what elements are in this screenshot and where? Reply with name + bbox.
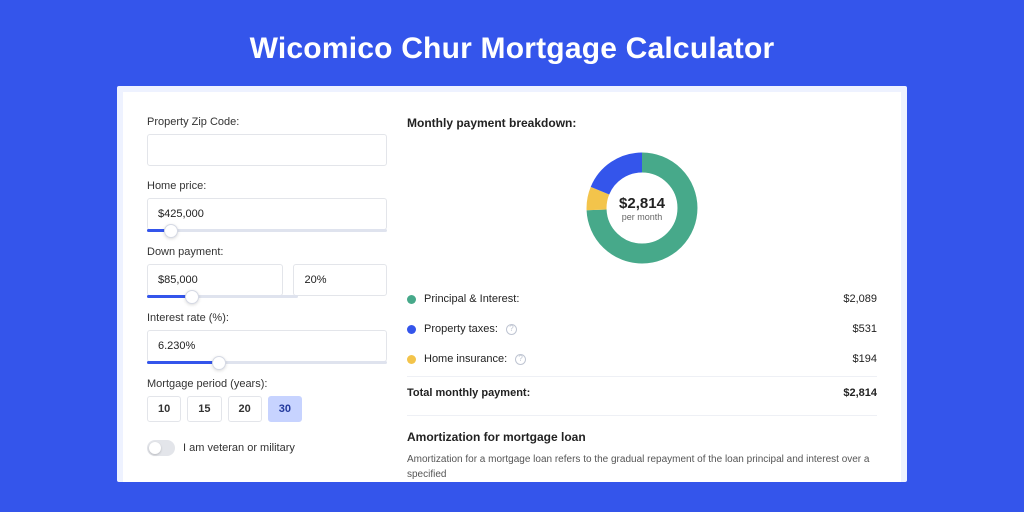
calculator-card: Property Zip Code: Home price: Down paym… (123, 92, 901, 482)
down-payment-label: Down payment: (147, 246, 387, 258)
donut-chart: $2,814 per month (582, 148, 702, 268)
hero: Wicomico Chur Mortgage Calculator (0, 0, 1024, 86)
period-option-10[interactable]: 10 (147, 396, 181, 422)
home-price-field: Home price: (147, 180, 387, 232)
veteran-row: I am veteran or military (147, 440, 387, 456)
veteran-label: I am veteran or military (183, 442, 295, 454)
toggle-knob (149, 442, 161, 454)
legend-label: Property taxes: (424, 323, 498, 335)
slider-handle[interactable] (185, 290, 199, 304)
donut-sub: per month (622, 212, 663, 222)
veteran-toggle[interactable] (147, 440, 175, 456)
amortization-title: Amortization for mortgage loan (407, 430, 877, 444)
donut-wrap: $2,814 per month (407, 140, 877, 284)
period-option-20[interactable]: 20 (228, 396, 262, 422)
legend-label: Home insurance: (424, 353, 507, 365)
dot-icon (407, 325, 416, 334)
down-payment-input[interactable] (147, 264, 283, 296)
period-label: Mortgage period (years): (147, 378, 387, 390)
results-column: Monthly payment breakdown: $2,814 per mo… (407, 116, 877, 482)
zip-label: Property Zip Code: (147, 116, 387, 128)
interest-slider[interactable] (147, 361, 387, 364)
legend-value: $531 (853, 323, 877, 335)
legend-value: $194 (853, 353, 877, 365)
legend-row-taxes: Property taxes: ? $531 (407, 314, 877, 344)
down-payment-pct-input[interactable] (293, 264, 387, 296)
info-icon[interactable]: ? (506, 324, 517, 335)
donut-center: $2,814 per month (582, 148, 702, 268)
slider-handle[interactable] (164, 224, 178, 238)
period-option-15[interactable]: 15 (187, 396, 221, 422)
dot-icon (407, 295, 416, 304)
amortization-text: Amortization for a mortgage loan refers … (407, 452, 877, 482)
total-value: $2,814 (843, 387, 877, 399)
total-row: Total monthly payment: $2,814 (407, 376, 877, 399)
legend-value: $2,089 (843, 293, 877, 305)
period-field: Mortgage period (years): 10 15 20 30 (147, 378, 387, 422)
calculator-outer: Property Zip Code: Home price: Down paym… (117, 86, 907, 482)
info-icon[interactable]: ? (515, 354, 526, 365)
interest-field: Interest rate (%): (147, 312, 387, 364)
zip-input[interactable] (147, 134, 387, 166)
home-price-label: Home price: (147, 180, 387, 192)
donut-amount: $2,814 (619, 195, 665, 212)
slider-handle[interactable] (212, 356, 226, 370)
interest-input[interactable] (147, 330, 387, 362)
total-label: Total monthly payment: (407, 387, 530, 399)
dot-icon (407, 355, 416, 364)
amortization-section: Amortization for mortgage loan Amortizat… (407, 415, 877, 482)
down-payment-slider[interactable] (147, 295, 298, 298)
period-option-30[interactable]: 30 (268, 396, 302, 422)
zip-field: Property Zip Code: (147, 116, 387, 166)
home-price-input[interactable] (147, 198, 387, 230)
legend-label: Principal & Interest: (424, 293, 519, 305)
legend-row-principal: Principal & Interest: $2,089 (407, 284, 877, 314)
page-title: Wicomico Chur Mortgage Calculator (0, 32, 1024, 66)
interest-label: Interest rate (%): (147, 312, 387, 324)
home-price-slider[interactable] (147, 229, 387, 232)
inputs-column: Property Zip Code: Home price: Down paym… (147, 116, 387, 482)
period-options: 10 15 20 30 (147, 396, 387, 422)
legend-row-insurance: Home insurance: ? $194 (407, 344, 877, 374)
down-payment-field: Down payment: (147, 246, 387, 298)
breakdown-title: Monthly payment breakdown: (407, 116, 877, 130)
slider-fill (147, 361, 219, 364)
